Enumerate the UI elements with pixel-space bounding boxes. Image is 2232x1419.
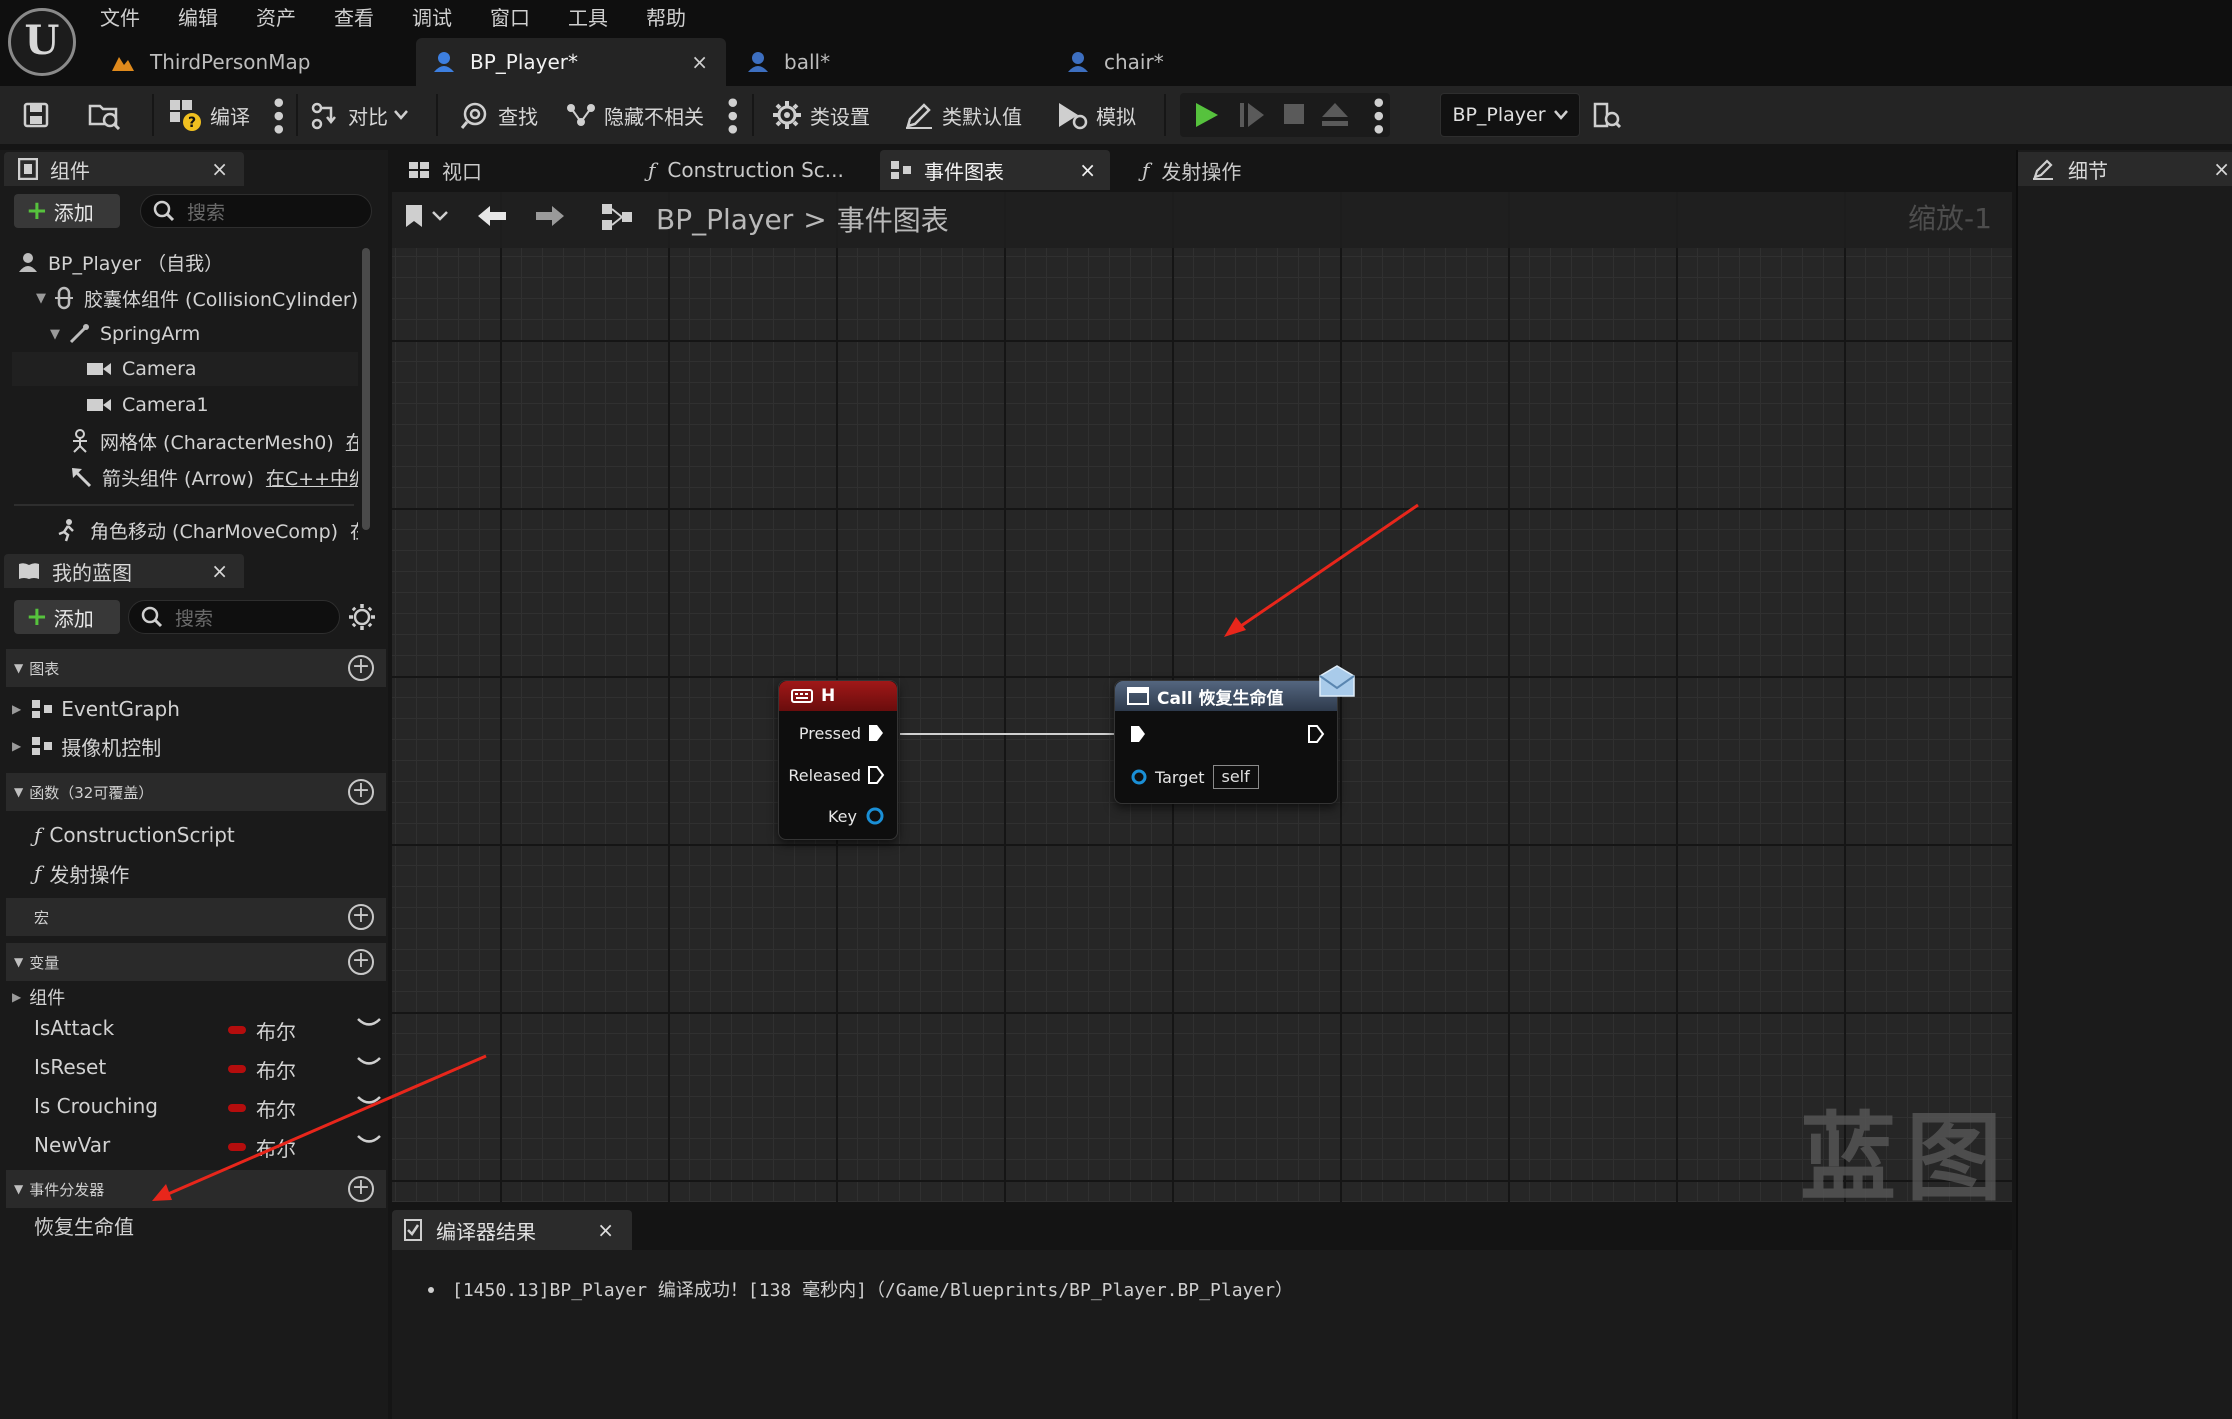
annotation-arrow-graph — [1224, 503, 1419, 637]
annotation-arrow-dispatcher — [152, 1054, 487, 1201]
annotation-overlay — [152, 503, 1419, 1201]
